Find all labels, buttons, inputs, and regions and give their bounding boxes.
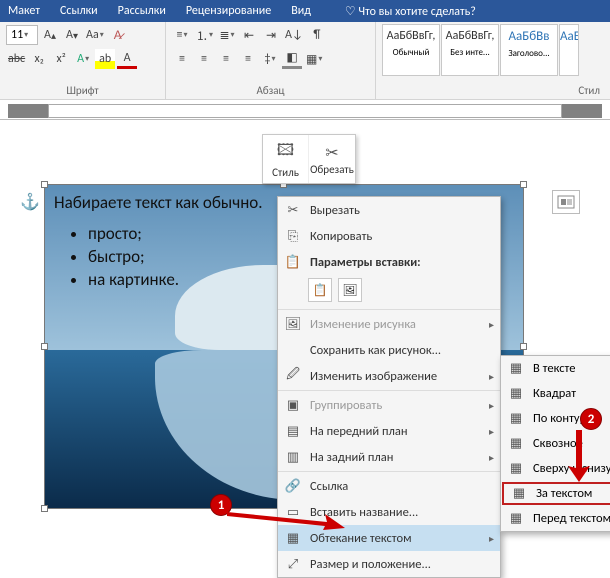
wrap-behind-icon: ▦ xyxy=(510,486,528,501)
tab-view[interactable]: Вид xyxy=(291,4,311,18)
sort-icon[interactable]: A↓ xyxy=(283,25,305,45)
align-center-icon[interactable]: ≡ xyxy=(194,49,214,69)
layout-options-button[interactable] xyxy=(552,190,580,214)
outdent-icon[interactable]: ⇤ xyxy=(239,25,259,45)
styles-gallery[interactable]: АаБбВвГг, Обычный АаБбВвГг, Без инте... … xyxy=(382,24,579,84)
menu-paste-header: 📋Параметры вставки: xyxy=(278,249,500,275)
menu-cut[interactable]: ✂Вырезать xyxy=(278,197,500,223)
numbering-icon[interactable]: ⒈▾ xyxy=(194,25,215,45)
wrap-front-icon: ▦ xyxy=(507,511,525,526)
tell-me[interactable]: ♡ Что вы хотите сделать? xyxy=(345,4,476,19)
group-font-label: Шрифт xyxy=(6,84,159,99)
ribbon-tabs: Макет Ссылки Рассылки Рецензирование Вид… xyxy=(0,0,610,22)
list-item[interactable]: просто; xyxy=(88,223,263,244)
paste-option-picture[interactable]: 🖼 xyxy=(338,278,362,302)
menu-bring-front[interactable]: ▤На передний план▸ xyxy=(278,418,500,444)
menu-edit-image[interactable]: 🖉Изменить изображение▸ xyxy=(278,363,500,389)
crop-icon: ✂ xyxy=(325,143,338,163)
paste-option-keep[interactable]: 📋 xyxy=(308,278,332,302)
menu-save-as-picture[interactable]: Сохранить как рисунок... xyxy=(278,337,500,363)
change-case-icon[interactable]: Aa▾ xyxy=(84,25,106,45)
resize-handle[interactable] xyxy=(41,505,48,512)
annotation-arrow-2 xyxy=(564,430,594,482)
wrap-behind[interactable]: ▦За текстом xyxy=(502,482,610,505)
indent-icon[interactable]: ⇥ xyxy=(261,25,281,45)
align-left-icon[interactable]: ≡ xyxy=(172,49,192,69)
bulb-icon: ♡ xyxy=(345,5,356,19)
annotation-arrow-1 xyxy=(227,504,345,530)
font-size-input[interactable]: 11▾ xyxy=(6,25,38,45)
wrap-square[interactable]: ▦Квадрат xyxy=(501,381,610,406)
style-more[interactable]: АаБбВв xyxy=(559,24,579,76)
menu-link[interactable]: 🔗Ссылка xyxy=(278,473,500,499)
tab-mailings[interactable]: Рассылки xyxy=(118,4,166,18)
list-item[interactable]: быстро; xyxy=(88,246,263,267)
resize-handle[interactable] xyxy=(520,343,527,350)
strike-icon[interactable]: abc xyxy=(6,49,27,69)
borders-icon[interactable]: ▦▾ xyxy=(304,49,324,69)
tab-review[interactable]: Рецензирование xyxy=(186,4,271,18)
subscript-icon[interactable]: x₂ xyxy=(29,49,49,69)
menu-copy[interactable]: ⎘Копировать xyxy=(278,223,500,249)
wrap-topbottom-icon: ▦ xyxy=(507,461,525,476)
link-icon: 🔗 xyxy=(284,479,302,494)
resize-handle[interactable] xyxy=(41,181,48,188)
menu-send-back[interactable]: ▥На задний план▸ xyxy=(278,444,500,470)
clear-format-icon[interactable]: A̷ xyxy=(108,25,128,45)
shrink-font-icon[interactable]: A▾ xyxy=(62,25,82,45)
wrap-inline-icon: ▦ xyxy=(507,361,525,376)
list-item[interactable]: на картинке. xyxy=(88,269,263,290)
menu-group: ▣Группировать▸ xyxy=(278,392,500,418)
superscript-icon[interactable]: x² xyxy=(51,49,71,69)
picture-style-icon: 🖾 xyxy=(277,139,294,166)
wrap-inline[interactable]: ▦В тексте xyxy=(501,356,610,381)
wrap-icon: ▦ xyxy=(284,531,302,546)
ribbon: 11▾ A▴ A▾ Aa▾ A̷ abc x₂ x² A▾ ab A Шрифт… xyxy=(0,22,610,100)
resize-handle[interactable] xyxy=(520,181,527,188)
grow-font-icon[interactable]: A▴ xyxy=(40,25,60,45)
text-effects-icon[interactable]: A▾ xyxy=(73,49,93,69)
cut-icon: ✂ xyxy=(284,203,302,218)
group-para-label: Абзац xyxy=(172,84,369,99)
tab-layout[interactable]: Макет xyxy=(8,4,40,18)
picture-style-button[interactable]: 🖾 Стиль xyxy=(263,135,309,183)
justify-icon[interactable]: ≡ xyxy=(238,49,258,69)
style-no-spacing[interactable]: АаБбВвГг, Без инте... xyxy=(441,24,499,76)
ruler[interactable] xyxy=(0,100,610,120)
highlight-icon[interactable]: ab xyxy=(95,49,115,69)
show-marks-icon[interactable]: ¶ xyxy=(307,25,327,45)
group-styles-label: Стил xyxy=(382,84,604,99)
tab-references[interactable]: Ссылки xyxy=(60,4,98,18)
mini-toolbar: 🖾 Стиль ✂ Обрезать xyxy=(262,134,356,184)
font-color-icon[interactable]: A xyxy=(117,49,137,69)
multilevel-icon[interactable]: ≣▾ xyxy=(217,25,237,45)
group-icon: ▣ xyxy=(284,398,302,413)
resize-handle[interactable] xyxy=(41,343,48,350)
style-heading[interactable]: АаБбВв Заголово... xyxy=(500,24,558,76)
annotation-badge-2: 2 xyxy=(580,408,602,430)
paste-icon: 📋 xyxy=(284,255,302,270)
crop-button[interactable]: ✂ Обрезать xyxy=(309,135,355,183)
wrap-square-icon: ▦ xyxy=(507,386,525,401)
shading-icon[interactable]: ◧ xyxy=(282,49,302,69)
copy-icon: ⎘ xyxy=(284,229,302,244)
align-right-icon[interactable]: ≡ xyxy=(216,49,236,69)
line-spacing-icon[interactable]: ‡▾ xyxy=(260,49,280,69)
size-icon: ⤢ xyxy=(284,557,302,572)
style-normal[interactable]: АаБбВвГг, Обычный xyxy=(382,24,440,76)
wrap-tight-icon: ▦ xyxy=(507,411,525,426)
document-area[interactable]: ⚓ Набираете текст как обычно. просто; бы… xyxy=(0,120,610,510)
image-icon: 🖼 xyxy=(284,317,302,332)
wrap-through-icon: ▦ xyxy=(507,436,525,451)
front-icon: ▤ xyxy=(284,424,302,439)
anchor-icon: ⚓ xyxy=(20,192,40,212)
back-icon: ▥ xyxy=(284,450,302,465)
menu-size-position[interactable]: ⤢Размер и положение... xyxy=(278,551,500,577)
bullets-icon[interactable]: ≡▾ xyxy=(172,25,192,45)
document-text[interactable]: Набираете текст как обычно. просто; быст… xyxy=(54,192,263,292)
menu-change-picture: 🖼Изменение рисунка▸ xyxy=(278,311,500,337)
edit-icon: 🖉 xyxy=(284,365,302,387)
